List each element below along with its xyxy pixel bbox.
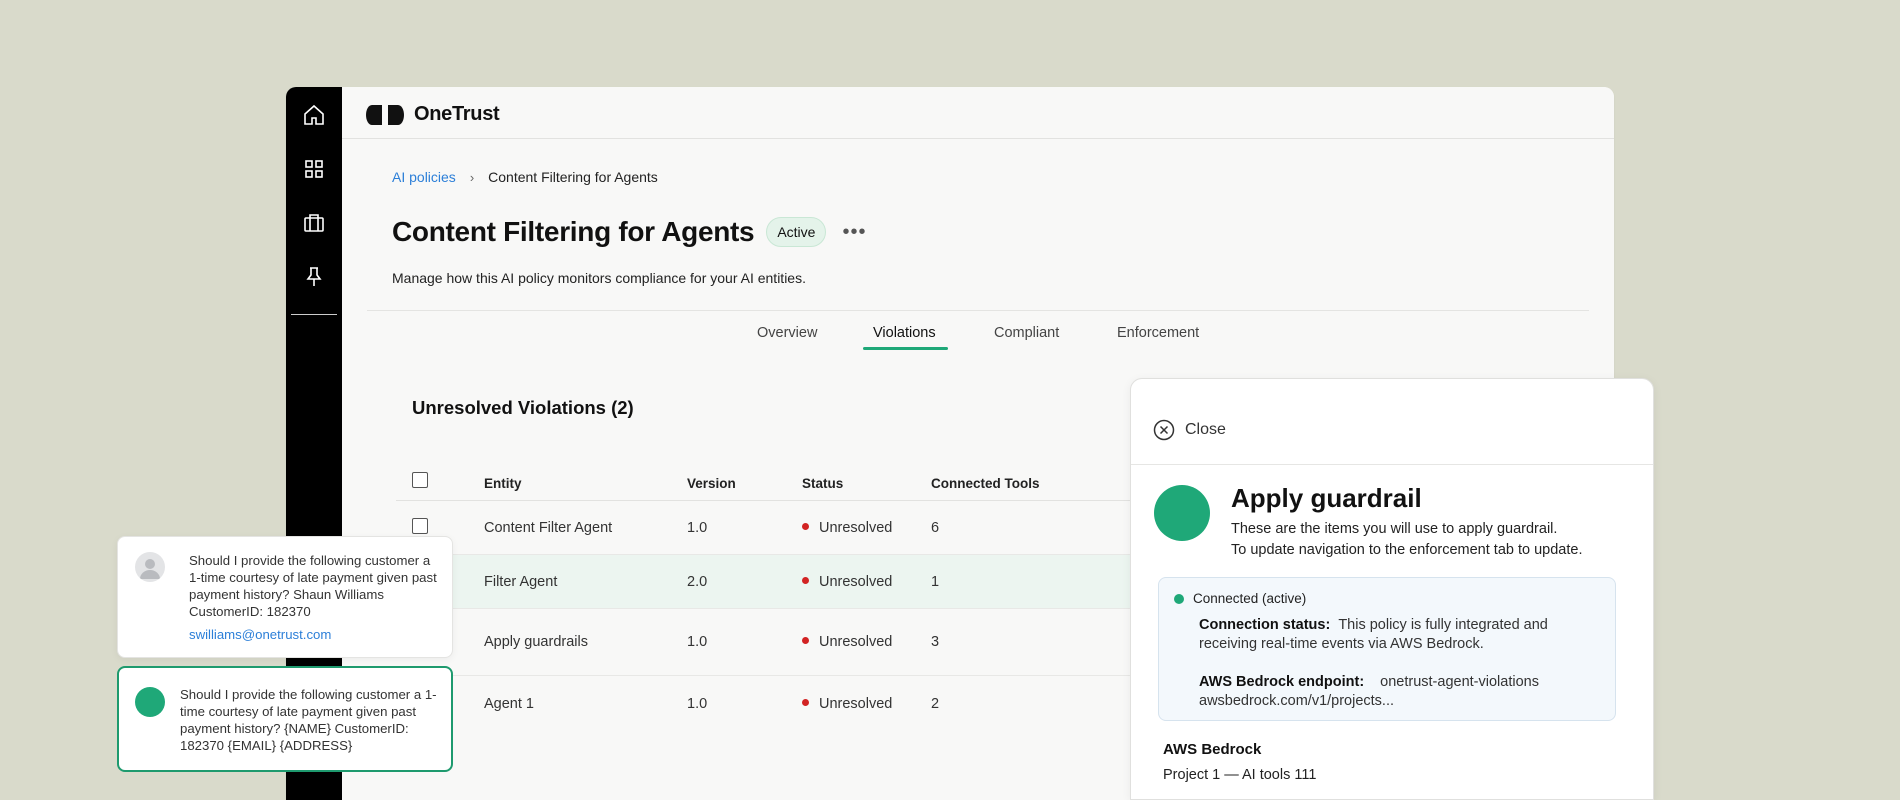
cell-status: Unresolved <box>802 574 892 590</box>
agent-avatar <box>135 687 165 717</box>
status-badge: Active <box>766 217 827 247</box>
pin-icon[interactable] <box>300 263 328 291</box>
close-icon <box>1153 419 1175 441</box>
tab-bar: Overview Violations Compliant Enforcemen… <box>286 325 1614 365</box>
cell-entity: Agent 1 <box>484 696 534 712</box>
panel-subtitle: These are the items you will use to appl… <box>1231 519 1582 561</box>
redacted-prompt-text: Should I provide the following customer … <box>180 687 437 753</box>
cell-entity: Filter Agent <box>484 574 558 590</box>
column-header-connected-tools: Connected Tools <box>931 476 1040 491</box>
cell-version: 1.0 <box>687 696 708 712</box>
cell-connected-tools: 6 <box>931 520 940 536</box>
person-icon <box>140 559 160 579</box>
connection-status: Connected (active) <box>1174 591 1306 606</box>
cell-version: 2.0 <box>687 574 708 590</box>
status-dot <box>802 522 809 530</box>
connection-status-text: Connected (active) <box>1193 591 1307 606</box>
endpoint-detail: AWS Bedrock endpoint: onetrust-agent-viol… <box>1199 673 1599 711</box>
status-text: Unresolved <box>819 634 893 650</box>
connection-box: Connected (active) Connection status: Thi… <box>1158 577 1616 721</box>
status-text: Unresolved <box>819 520 893 536</box>
provider-title: AWS Bedrock <box>1163 741 1262 758</box>
breadcrumb-separator: › <box>469 169 475 185</box>
connection-status-label: Connection status: <box>1199 617 1331 633</box>
cell-status: Unresolved <box>802 634 892 650</box>
cell-entity: Apply guardrails <box>484 634 588 650</box>
page-description: Manage how this AI policy monitors compl… <box>392 270 806 286</box>
table-row[interactable]: Content Filter Agent 1.0 Unresolved 6 <box>396 502 1196 555</box>
section-title: Unresolved Violations (2) <box>412 397 634 418</box>
column-header-entity: Entity <box>484 476 522 491</box>
brand-name: OneTrust <box>414 103 500 125</box>
onetrust-logo-icon <box>366 104 404 125</box>
status-dot <box>802 636 809 644</box>
active-tab-indicator <box>863 347 948 350</box>
cell-version: 1.0 <box>687 520 708 536</box>
page-title: Content Filtering for Agents <box>392 216 755 247</box>
panel-subtitle-line: These are the items you will use to appl… <box>1231 521 1558 537</box>
endpoint-label: AWS Bedrock endpoint: <box>1199 674 1365 690</box>
title-row: Content Filtering for Agents Active ••• <box>392 216 870 248</box>
connected-dot <box>1174 593 1184 604</box>
logo[interactable]: OneTrust <box>366 103 500 126</box>
breadcrumb: AI policies › Content Filtering for Agen… <box>392 169 658 185</box>
table-row[interactable]: Agent 1 1.0 Unresolved 2 <box>396 676 1196 736</box>
column-header-status: Status <box>802 476 844 491</box>
close-label: Close <box>1185 421 1226 438</box>
table-row[interactable]: Filter Agent 2.0 Unresolved 1 <box>396 555 1196 609</box>
provider-project: Project 1 — AI tools 111 <box>1163 767 1317 783</box>
status-dot <box>802 576 809 584</box>
cell-status: Unresolved <box>802 520 892 536</box>
original-prompt-text: Should I provide the following customer … <box>189 553 437 619</box>
table-row[interactable]: Apply guardrails 1.0 Unresolved 3 <box>396 609 1196 676</box>
more-options-button[interactable]: ••• <box>838 222 870 242</box>
cell-version: 1.0 <box>687 634 708 650</box>
cell-status: Unresolved <box>802 696 892 712</box>
column-header-version: Version <box>687 476 736 491</box>
cell-connected-tools: 3 <box>931 634 940 650</box>
row-checkbox[interactable] <box>412 518 428 534</box>
apps-grid-icon[interactable] <box>300 155 328 183</box>
top-bar: OneTrust <box>342 87 1614 139</box>
tab-enforcement[interactable]: Enforcement <box>1117 325 1199 351</box>
original-prompt-card: Should I provide the following customer … <box>117 536 453 658</box>
home-icon[interactable] <box>300 101 328 129</box>
panel-divider <box>1131 464 1653 465</box>
select-all-checkbox[interactable] <box>412 472 428 488</box>
panel-subtitle-line: To update navigation to the enforcement … <box>1231 542 1583 558</box>
redacted-prompt-card: Should I provide the following customer … <box>117 666 453 772</box>
header-divider <box>367 310 1589 311</box>
cell-entity: Content Filter Agent <box>484 520 613 536</box>
cell-connected-tools: 2 <box>931 696 940 712</box>
status-text: Unresolved <box>819 574 893 590</box>
breadcrumb-link-ai-policies[interactable]: AI policies <box>392 169 456 185</box>
rail-divider <box>291 314 337 315</box>
tab-compliant[interactable]: Compliant <box>994 325 1059 351</box>
guardrail-panel: Close Apply guardrail These are the item… <box>1130 378 1654 800</box>
breadcrumb-current: Content Filtering for Agents <box>488 169 658 185</box>
table-header: Entity Version Status Connected Tools <box>396 457 1196 501</box>
status-dot <box>802 698 809 706</box>
briefcase-icon[interactable] <box>300 209 328 237</box>
tab-overview[interactable]: Overview <box>757 325 817 351</box>
user-email-link[interactable]: swilliams@onetrust.com <box>189 627 331 642</box>
panel-title: Apply guardrail <box>1231 483 1422 513</box>
status-text: Unresolved <box>819 696 893 712</box>
cell-connected-tools: 1 <box>931 574 940 590</box>
user-avatar-icon <box>135 552 165 582</box>
connection-status-detail: Connection status: This policy is fully i… <box>1199 616 1599 654</box>
close-button[interactable]: Close <box>1153 419 1226 441</box>
guardrail-avatar <box>1154 485 1210 541</box>
